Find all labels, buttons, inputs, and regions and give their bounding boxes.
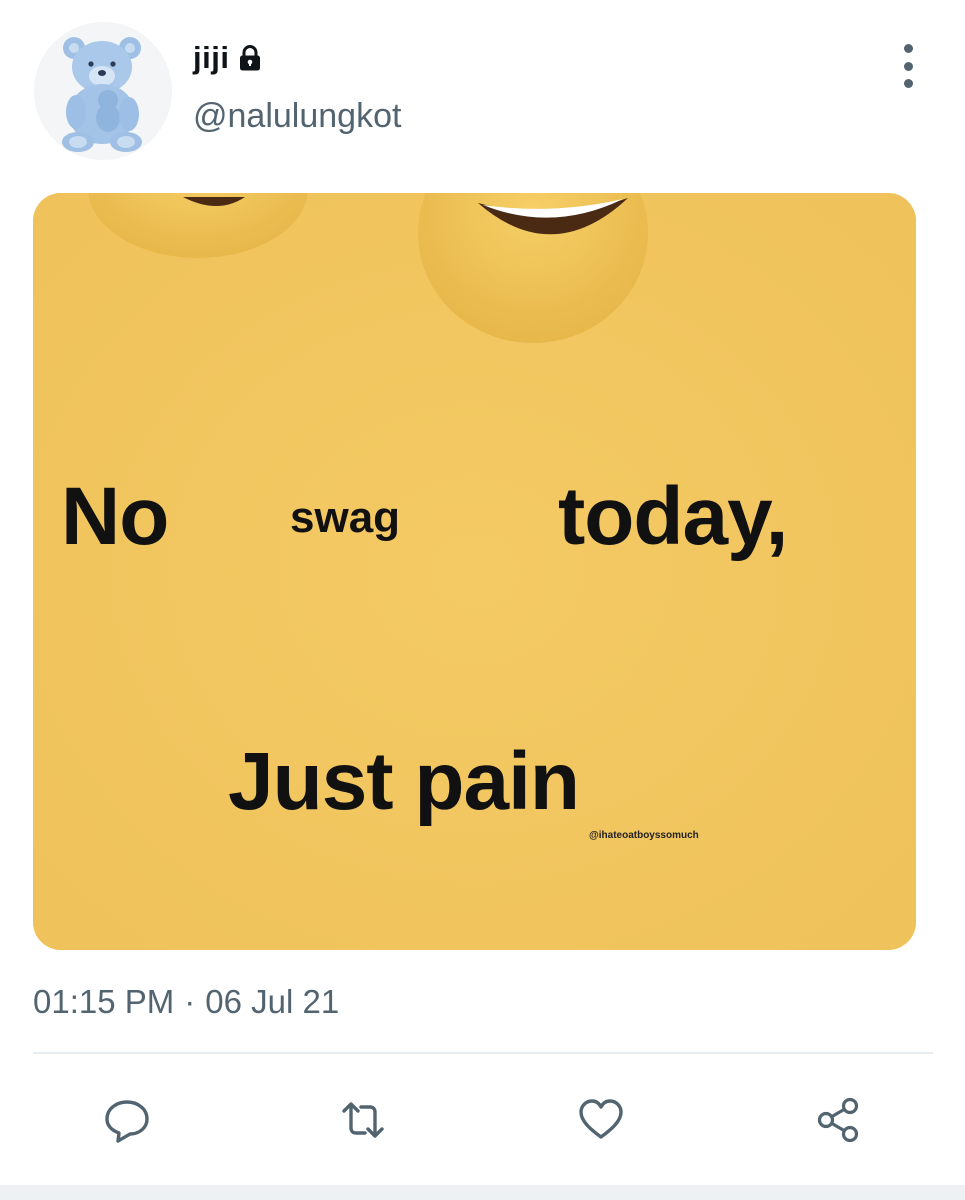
- timestamp-separator: ·: [184, 983, 196, 1020]
- share-button[interactable]: [809, 1090, 869, 1150]
- reply-icon: [105, 1100, 149, 1143]
- retweet-icon: [342, 1102, 384, 1138]
- retweet-button[interactable]: [333, 1090, 393, 1150]
- emoji-background: [33, 193, 916, 950]
- reply-button[interactable]: [97, 1090, 157, 1150]
- display-name[interactable]: jiji: [193, 40, 229, 76]
- author-name-row[interactable]: jiji: [193, 38, 265, 78]
- meme-text-no: No: [61, 471, 169, 562]
- tweet-actions-bar: [0, 1090, 965, 1150]
- meme-text-today: today,: [558, 471, 788, 562]
- like-button[interactable]: [571, 1090, 631, 1150]
- more-dot: [903, 79, 913, 88]
- meme-text-just-pain: Just pain: [228, 736, 580, 827]
- timestamp-date: 06 Jul 21: [205, 983, 340, 1020]
- share-icon: [817, 1097, 859, 1143]
- lock-icon: [235, 43, 265, 73]
- meme-text-swag: swag: [290, 493, 401, 542]
- divider: [33, 1052, 933, 1054]
- heart-icon: [579, 1099, 623, 1139]
- avatar[interactable]: [34, 22, 172, 160]
- bottom-divider: [0, 1185, 965, 1200]
- author-handle[interactable]: @nalulungkot: [193, 97, 401, 136]
- tweet-timestamp[interactable]: 01:15 PM · 06 Jul 21: [33, 983, 339, 1021]
- more-dot: [903, 61, 913, 71]
- meme-watermark: @ihateoatboyssomuch: [589, 830, 699, 841]
- timestamp-time: 01:15 PM: [33, 983, 175, 1020]
- tweet-media-image[interactable]: No swag today, Just pain @ihateoatboysso…: [33, 193, 916, 950]
- more-options-button[interactable]: [888, 44, 928, 88]
- more-vertical-icon: [903, 44, 913, 53]
- teddy-bear-icon: [34, 22, 172, 160]
- tweet-header: jiji @nalulungkot: [0, 0, 965, 180]
